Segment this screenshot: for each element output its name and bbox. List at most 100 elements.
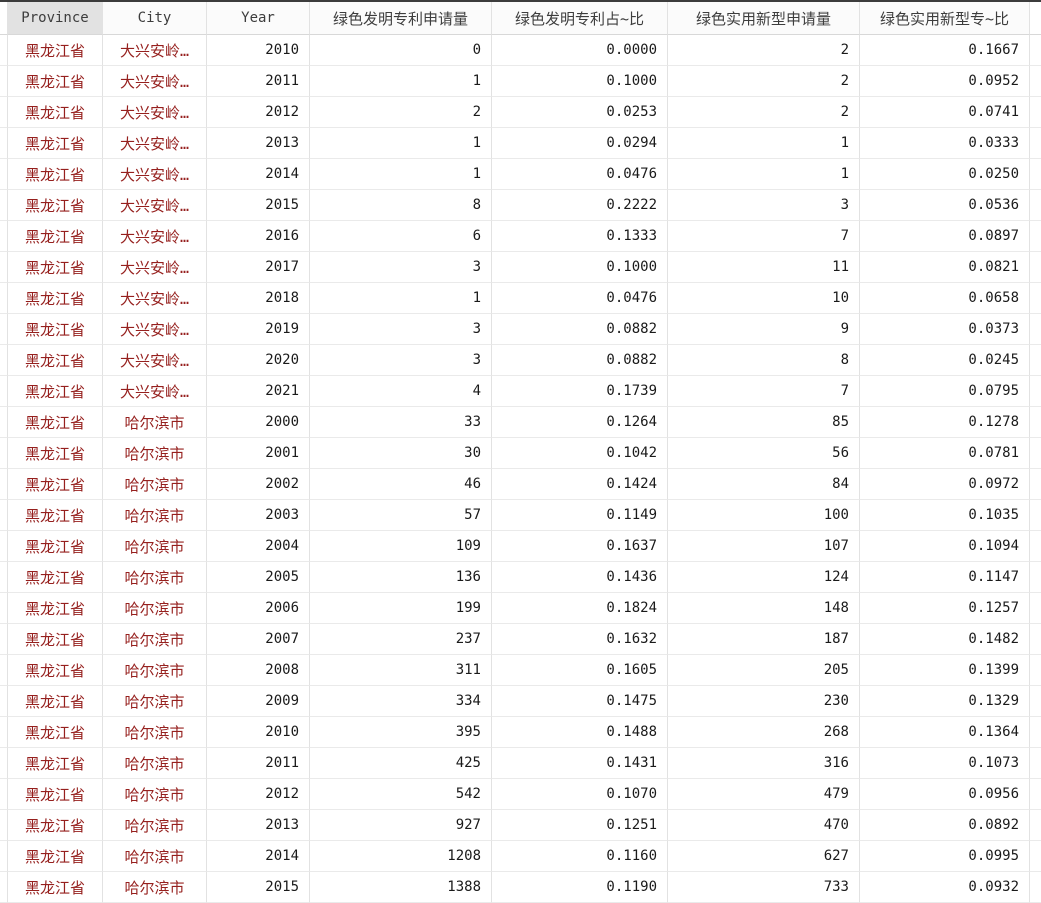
table-cell: 2017	[207, 252, 310, 283]
table-row: 黑龙江省 大兴安岭… 2014 1 0.0476 1 0.0250	[0, 159, 1041, 190]
table-cell: 2	[310, 97, 492, 128]
table-cell: 2002	[207, 469, 310, 500]
row-gutter-left	[0, 562, 8, 593]
column-header-6[interactable]: 绿色实用新型专~比	[860, 2, 1030, 35]
row-gutter-left	[0, 872, 8, 903]
table-cell: 6	[310, 221, 492, 252]
table-row: 黑龙江省 大兴安岭… 2019 3 0.0882 9 0.0373	[0, 314, 1041, 345]
table-cell: 8	[310, 190, 492, 221]
table-cell: 0.1264	[492, 407, 668, 438]
table-cell: 109	[310, 531, 492, 562]
table-cell: 0.1190	[492, 872, 668, 903]
column-header-5[interactable]: 绿色实用新型申请量	[668, 2, 860, 35]
row-gutter-left	[0, 779, 8, 810]
column-header-2[interactable]: Year	[207, 2, 310, 35]
table-cell: 黑龙江省	[8, 748, 103, 779]
table-cell: 0.0253	[492, 97, 668, 128]
table-cell: 0.0245	[860, 345, 1030, 376]
table-cell: 0.0658	[860, 283, 1030, 314]
table-cell: 0.0795	[860, 376, 1030, 407]
row-gutter-left	[0, 97, 8, 128]
table-cell: 哈尔滨市	[103, 407, 207, 438]
table-cell: 7	[668, 221, 860, 252]
table-cell: 1	[310, 66, 492, 97]
row-gutter-left	[0, 376, 8, 407]
row-gutter-left	[0, 717, 8, 748]
row-gutter-right	[1030, 407, 1041, 438]
table-cell: 0.1399	[860, 655, 1030, 686]
table-cell: 395	[310, 717, 492, 748]
row-gutter-left	[0, 810, 8, 841]
table-cell: 2020	[207, 345, 310, 376]
table-cell: 0.0476	[492, 159, 668, 190]
row-gutter-right	[1030, 376, 1041, 407]
table-row: 黑龙江省 大兴安岭… 2012 2 0.0253 2 0.0741	[0, 97, 1041, 128]
table-cell: 2012	[207, 97, 310, 128]
table-cell: 2013	[207, 128, 310, 159]
table-cell: 0.1436	[492, 562, 668, 593]
table-cell: 237	[310, 624, 492, 655]
table-cell: 334	[310, 686, 492, 717]
row-gutter-right	[1030, 66, 1041, 97]
table-cell: 0.1070	[492, 779, 668, 810]
table-cell: 0.0892	[860, 810, 1030, 841]
row-gutter-left	[0, 252, 8, 283]
column-header-3[interactable]: 绿色发明专利申请量	[310, 2, 492, 35]
table-row: 黑龙江省 哈尔滨市 2010 395 0.1488 268 0.1364	[0, 717, 1041, 748]
table-cell: 0.1257	[860, 593, 1030, 624]
table-cell: 205	[668, 655, 860, 686]
table-cell: 0.1073	[860, 748, 1030, 779]
data-table: Province City Year 绿色发明专利申请量 绿色发明专利占~比 绿色实用新型…	[0, 2, 1041, 903]
table-cell: 黑龙江省	[8, 345, 103, 376]
table-cell: 2015	[207, 872, 310, 903]
row-gutter-left	[0, 345, 8, 376]
column-header-1[interactable]: City	[103, 2, 207, 35]
row-gutter-right	[1030, 345, 1041, 376]
table-cell: 大兴安岭…	[103, 128, 207, 159]
row-gutter-right	[1030, 97, 1041, 128]
row-gutter-right	[1030, 314, 1041, 345]
table-cell: 46	[310, 469, 492, 500]
table-cell: 黑龙江省	[8, 872, 103, 903]
column-header-0[interactable]: Province	[8, 2, 103, 35]
table-row: 黑龙江省 哈尔滨市 2014 1208 0.1160 627 0.0995	[0, 841, 1041, 872]
table-cell: 0.1424	[492, 469, 668, 500]
row-gutter-right	[1030, 190, 1041, 221]
table-cell: 黑龙江省	[8, 686, 103, 717]
table-cell: 0.2222	[492, 190, 668, 221]
table-cell: 大兴安岭…	[103, 66, 207, 97]
table-cell: 哈尔滨市	[103, 841, 207, 872]
table-cell: 0.1042	[492, 438, 668, 469]
table-cell: 黑龙江省	[8, 469, 103, 500]
table-cell: 10	[668, 283, 860, 314]
table-cell: 0	[310, 35, 492, 66]
row-gutter-right	[1030, 810, 1041, 841]
table-cell: 0.0882	[492, 314, 668, 345]
table-cell: 199	[310, 593, 492, 624]
table-cell: 0.1431	[492, 748, 668, 779]
table-cell: 2011	[207, 748, 310, 779]
row-gutter-left	[0, 655, 8, 686]
table-cell: 1	[310, 283, 492, 314]
table-cell: 187	[668, 624, 860, 655]
table-cell: 哈尔滨市	[103, 562, 207, 593]
row-gutter-right	[1030, 221, 1041, 252]
row-gutter-right	[1030, 2, 1041, 35]
table-cell: 大兴安岭…	[103, 283, 207, 314]
table-cell: 黑龙江省	[8, 810, 103, 841]
table-cell: 黑龙江省	[8, 407, 103, 438]
table-cell: 0.0333	[860, 128, 1030, 159]
table-cell: 0.1000	[492, 66, 668, 97]
row-gutter-right	[1030, 469, 1041, 500]
table-cell: 30	[310, 438, 492, 469]
table-cell: 大兴安岭…	[103, 35, 207, 66]
row-gutter-right	[1030, 562, 1041, 593]
row-gutter-left	[0, 283, 8, 314]
row-gutter-left	[0, 190, 8, 221]
table-cell: 85	[668, 407, 860, 438]
column-header-4[interactable]: 绿色发明专利占~比	[492, 2, 668, 35]
table-cell: 84	[668, 469, 860, 500]
table-cell: 0.1160	[492, 841, 668, 872]
row-gutter-right	[1030, 593, 1041, 624]
table-cell: 黑龙江省	[8, 376, 103, 407]
